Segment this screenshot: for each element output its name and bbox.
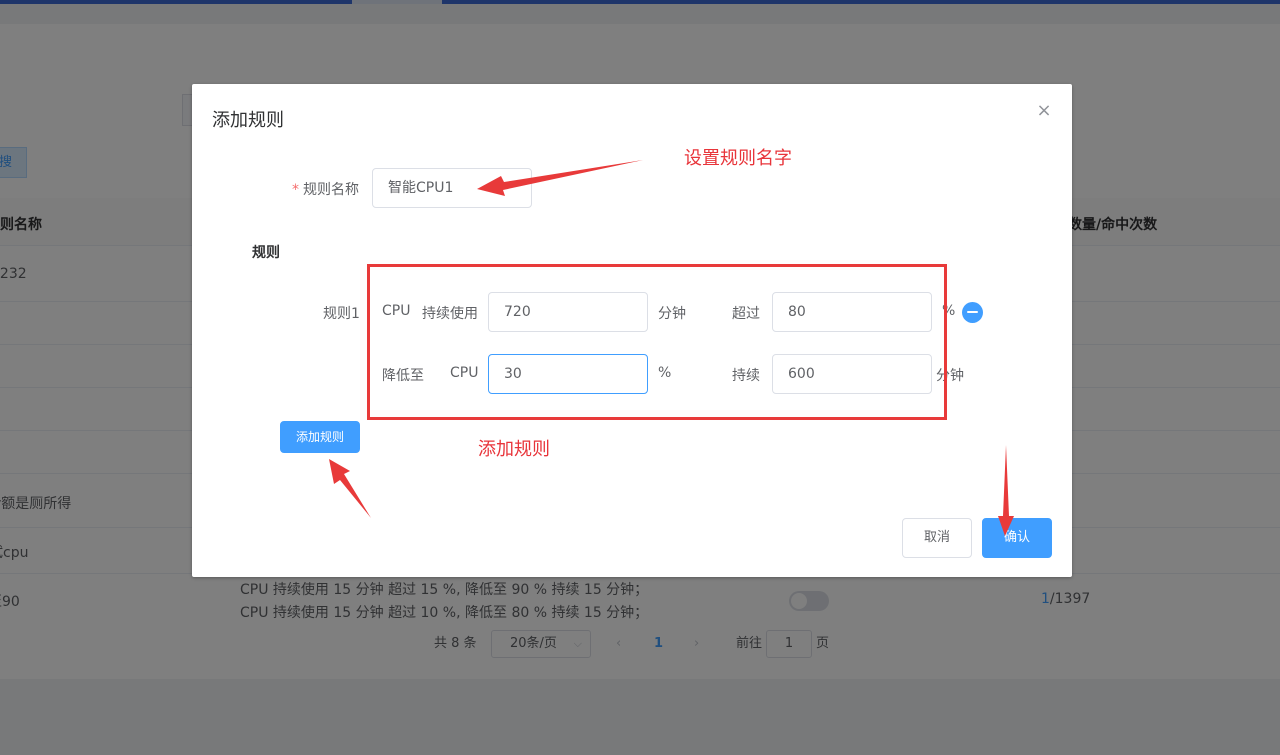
rule1-label: 规则1 — [323, 306, 360, 322]
annotation-name-hint: 设置规则名字 — [684, 148, 792, 169]
remove-rule-icon[interactable] — [962, 302, 983, 323]
close-icon[interactable]: × — [1034, 101, 1054, 121]
rules-section-title: 规则 — [252, 245, 280, 261]
annotation-add-rule-hint: 添加规则 — [478, 439, 550, 460]
confirm-button[interactable]: 确认 — [982, 518, 1052, 558]
rule-name-label: * 规则名称 — [292, 182, 359, 198]
rule-name-input[interactable]: 智能CPU1 — [372, 168, 532, 208]
annotation-highlight-box — [367, 264, 947, 420]
dialog-title: 添加规则 — [212, 110, 284, 131]
cancel-button[interactable]: 取消 — [902, 518, 972, 558]
add-rule-button[interactable]: 添加规则 — [280, 421, 360, 453]
